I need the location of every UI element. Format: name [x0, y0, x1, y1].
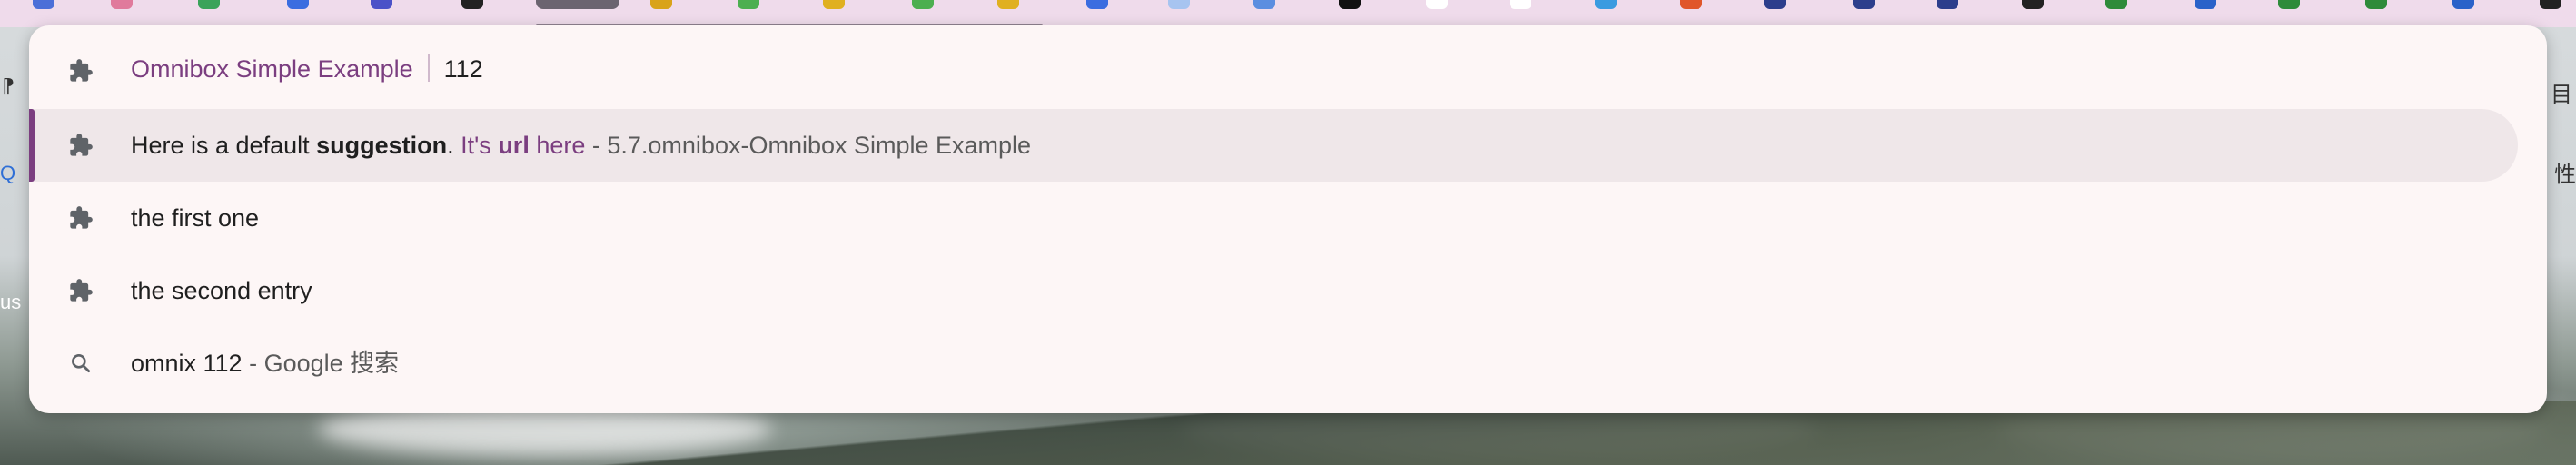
url-part: It's: [461, 131, 499, 159]
tab-favicon[interactable]: [461, 0, 483, 9]
active-tab[interactable]: [536, 0, 619, 9]
partial-search-icon: Q: [0, 162, 16, 184]
tab-favicon[interactable]: [1764, 0, 1786, 9]
url-match: url: [498, 131, 530, 159]
suggestion-url: It's url here: [461, 132, 585, 159]
tab-favicon[interactable]: [2195, 0, 2216, 9]
tab-favicon[interactable]: [287, 0, 309, 9]
tab-favicon[interactable]: [1426, 0, 1448, 9]
suggestion-text: omnix 112 - Google 搜索: [131, 351, 399, 376]
search-query: omnix 112: [131, 349, 243, 377]
tab-favicon[interactable]: [1339, 0, 1361, 9]
suggestion-description: - 5.7.omnibox-Omnibox Simple Example: [585, 131, 1032, 159]
suggestion-part: Here is a default: [131, 131, 317, 159]
tab-favicon[interactable]: [2022, 0, 2044, 9]
suggestion-text: Here is a default suggestion. It's url h…: [131, 131, 1032, 159]
search-suggestion[interactable]: omnix 112 - Google 搜索: [29, 327, 2547, 400]
suggestion-default[interactable]: Here is a default suggestion. It's url h…: [29, 109, 2518, 182]
left-edge-partial: ⁋ Q us: [0, 31, 25, 465]
suggestion-text: the second entry: [131, 276, 312, 304]
partial-text: us: [0, 291, 22, 313]
keyword-separator: [427, 54, 430, 82]
tab-favicon[interactable]: [1595, 0, 1617, 9]
keyword-label: Omnibox Simple Example: [131, 55, 413, 84]
partial-glyph: 目: [2551, 83, 2572, 107]
tab-favicon[interactable]: [1510, 0, 1531, 9]
tab-favicon[interactable]: [1680, 0, 1702, 9]
url-part: here: [529, 131, 586, 159]
tab-favicon[interactable]: [2452, 0, 2474, 9]
tab-favicon[interactable]: [1168, 0, 1190, 9]
tab-favicon[interactable]: [1086, 0, 1108, 9]
tab-favicon[interactable]: [823, 0, 845, 9]
suggestion-item[interactable]: the second entry: [29, 254, 2547, 327]
tab-strip: [0, 0, 2576, 27]
query-text[interactable]: 112: [444, 55, 483, 83]
partial-glyph: ⁋: [2, 74, 15, 97]
suggestion-item[interactable]: the first one: [29, 182, 2547, 254]
tab-favicon[interactable]: [2278, 0, 2300, 9]
suggestion-text: the first one: [131, 203, 260, 232]
tab-favicon[interactable]: [111, 0, 133, 9]
tab-favicon[interactable]: [371, 0, 392, 9]
tab-favicon[interactable]: [198, 0, 220, 9]
puzzle-icon: [67, 277, 94, 304]
tab-favicon[interactable]: [2540, 0, 2561, 9]
tab-favicon[interactable]: [1853, 0, 1875, 9]
puzzle-icon: [67, 132, 94, 159]
tab-favicon[interactable]: [33, 0, 54, 9]
tab-favicon[interactable]: [738, 0, 759, 9]
tab-favicon[interactable]: [997, 0, 1019, 9]
tab-favicon[interactable]: [912, 0, 934, 9]
selection-indicator: [29, 109, 35, 182]
tab-favicon[interactable]: [650, 0, 672, 9]
search-icon: [67, 350, 94, 377]
tab-favicon[interactable]: [1937, 0, 1958, 9]
tab-favicon[interactable]: [2365, 0, 2387, 9]
omnibox-text[interactable]: Omnibox Simple Example 112: [131, 54, 483, 84]
tab-favicon[interactable]: [2105, 0, 2127, 9]
puzzle-icon: [67, 57, 94, 84]
search-engine-label: - Google 搜索: [242, 349, 400, 377]
omnibox-input-row[interactable]: Omnibox Simple Example 112: [29, 35, 2547, 107]
puzzle-icon: [67, 204, 94, 232]
suggestion-part: .: [447, 131, 461, 159]
partial-text: 性: [2554, 163, 2576, 187]
suggestion-match: suggestion: [316, 131, 448, 159]
tab-favicon[interactable]: [1253, 0, 1275, 9]
omnibox-dropdown: Omnibox Simple Example 112 Here is a defa…: [29, 25, 2547, 413]
